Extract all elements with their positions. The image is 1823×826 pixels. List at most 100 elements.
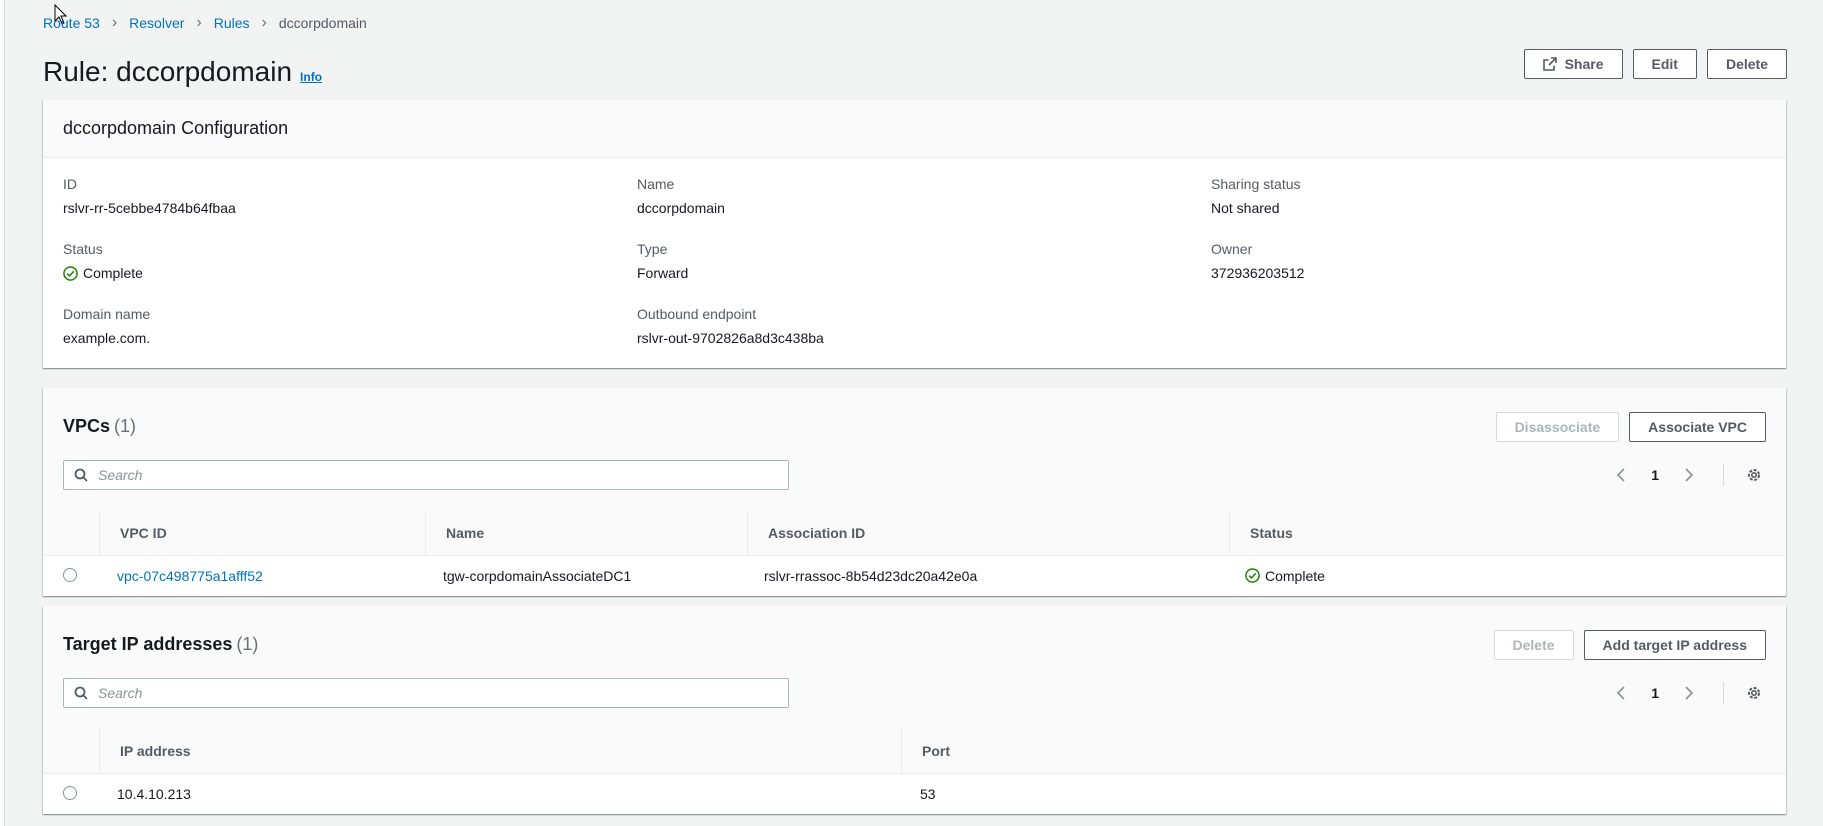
target-ip-search [63,678,789,708]
name-label: Name [637,176,675,192]
name-value: dccorpdomain [637,200,725,216]
breadcrumb-current: dccorpdomain [278,15,367,31]
sharing-status-label: Sharing status [1211,176,1301,192]
vpc-id-cell: vpc-07c498775a1afff52 [117,556,263,595]
page-header: Rule: dccorpdomain Info [43,56,322,88]
status-value: Complete [83,265,143,281]
page-number[interactable]: 1 [1651,467,1659,483]
name-cell: tgw-corpdomainAssociateDC1 [443,567,632,584]
breadcrumb: Route 53 › Resolver › Rules › dccorpdoma… [43,14,367,32]
vpcs-panel: VPCs(1) Disassociate Associate VPC 1 [43,388,1786,596]
kv-domain-name: Domain name example.com. [63,306,150,346]
kv-status: Status Complete [63,241,143,281]
domain-name-value: example.com. [63,330,151,346]
page-title: Rule: dccorpdomain [43,56,293,87]
edit-button[interactable]: Edit [1632,49,1697,79]
kv-sharing-status: Sharing status Not shared [1211,176,1301,216]
column-status[interactable]: Status [1229,510,1629,556]
vpcs-header: VPCs(1) Disassociate Associate VPC 1 [43,388,1786,556]
outbound-endpoint-label: Outbound endpoint [637,306,757,322]
column-port[interactable]: Port [901,728,1501,774]
vpcs-title: VPCs (1) [63,416,136,437]
check-circle-icon [1245,568,1260,583]
add-target-ip-button[interactable]: Add target IP address [1583,630,1766,660]
owner-value: 372936203512 [1211,265,1305,281]
left-edge [0,0,5,826]
page-number[interactable]: 1 [1651,685,1659,701]
column-ip-address[interactable]: IP address [99,728,901,774]
target-ip-table-header: IP address Port [43,728,1786,774]
kv-type: Type Forward [637,241,688,281]
search-icon [74,468,88,482]
configuration-panel: dccorpdomain Configuration ID rslvr-rr-5… [43,100,1786,368]
vpcs-count: (1) [114,416,137,436]
divider [1723,682,1724,704]
row-radio[interactable] [63,568,77,582]
target-ip-pagination: 1 [1609,678,1766,708]
column-association-id[interactable]: Association ID [747,510,1229,556]
id-value: rslvr-rr-5cebbe4784b64fbaa [63,200,236,216]
page-actions: Share Edit Delete [1523,49,1787,79]
status-value: Complete [1265,567,1325,584]
vpcs-search [63,460,789,490]
column-vpc-id[interactable]: VPC ID [99,510,425,556]
breadcrumb-resolver[interactable]: Resolver [129,15,184,31]
chevron-right-icon: › [111,14,118,31]
target-ip-count: (1) [236,634,259,654]
status-label: Status [63,241,103,257]
check-circle-icon [63,265,78,281]
share-label: Share [1564,56,1604,72]
chevron-right-icon[interactable] [1677,681,1701,705]
info-link[interactable]: Info [300,70,322,84]
target-ip-actions: Delete Add target IP address [1493,630,1766,660]
domain-name-label: Domain name [63,306,151,322]
gear-icon[interactable] [1742,463,1766,487]
gear-icon[interactable] [1742,681,1766,705]
owner-label: Owner [1211,241,1253,257]
disassociate-button[interactable]: Disassociate [1495,412,1620,442]
breadcrumb-route53[interactable]: Route 53 [43,15,100,31]
port-cell: 53 [920,785,936,802]
column-name[interactable]: Name [425,510,747,556]
id-label: ID [63,176,77,192]
delete-button[interactable]: Delete [1706,49,1787,79]
kv-id: ID rslvr-rr-5cebbe4784b64fbaa [63,176,236,216]
chevron-right-icon: › [196,14,202,31]
ip-address-cell: 10.4.10.213 [117,785,191,802]
external-share-icon [1542,57,1557,71]
kv-owner: Owner 372936203512 [1211,241,1304,281]
association-id-cell: rslvr-rrassoc-8b54d23dc20a42e0a [764,567,978,584]
configuration-header: dccorpdomain Configuration [43,100,1786,158]
sharing-status-value: Not shared [1211,200,1280,216]
outbound-endpoint-value: rslvr-out-9702826a8d3c438ba [637,330,824,346]
vpcs-table-header: VPC ID Name Association ID Status [43,510,1786,556]
vpcs-actions: Disassociate Associate VPC [1495,412,1766,442]
table-row[interactable]: 10.4.10.213 53 [43,774,1786,813]
breadcrumb-rules[interactable]: Rules [214,15,250,31]
target-ip-panel: Target IP addresses (1) Delete Add target… [43,606,1786,814]
chevron-left-icon[interactable] [1609,463,1633,487]
vpcs-pagination: 1 [1609,460,1766,490]
kv-name: Name dccorpdomain [637,176,725,216]
row-radio[interactable] [63,786,77,800]
type-label: Type [637,241,668,257]
divider [1723,464,1724,486]
vpcs-search-input[interactable] [96,466,780,484]
status-badge: Complete [63,265,143,281]
type-value: Forward [637,265,689,281]
vpcs-title-text: VPCs [63,416,111,436]
delete-target-button[interactable]: Delete [1493,630,1574,660]
target-ip-title: Target IP addresses (1) [63,634,258,655]
table-row[interactable]: vpc-07c498775a1afff52 tgw-corpdomainAsso… [43,556,1786,595]
status-cell: Complete [1245,556,1325,595]
vpc-id-link[interactable]: vpc-07c498775a1afff52 [117,568,263,584]
chevron-right-icon[interactable] [1677,463,1701,487]
target-ip-title-text: Target IP addresses [63,634,233,654]
associate-vpc-button[interactable]: Associate VPC [1629,412,1766,442]
share-button[interactable]: Share [1523,49,1623,79]
kv-outbound-endpoint: Outbound endpoint rslvr-out-9702826a8d3c… [637,306,824,346]
search-icon [74,686,88,700]
chevron-left-icon[interactable] [1609,681,1633,705]
target-ip-search-input[interactable] [96,684,780,702]
chevron-right-icon: › [261,14,267,31]
